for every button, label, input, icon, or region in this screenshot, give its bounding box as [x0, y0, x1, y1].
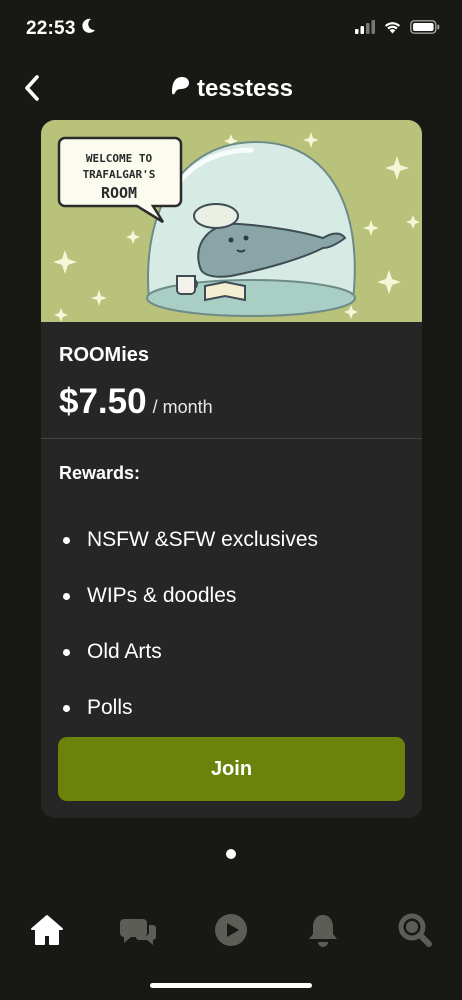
reward-text: NSFW &SFW exclusives [87, 528, 319, 551]
bullet-icon [63, 536, 70, 544]
play-icon [215, 914, 247, 946]
moon-icon [82, 18, 96, 40]
signal-icon [355, 20, 375, 39]
header: tesstess [0, 62, 462, 114]
creator-name: tesstess [196, 74, 294, 102]
banner-line-2: TRAFALGAR'S [83, 168, 156, 181]
status-icons [355, 20, 440, 39]
tab-search[interactable] [390, 905, 440, 955]
banner-line-3: ROOM [101, 184, 137, 202]
bell-icon [309, 915, 337, 947]
reward-text: Old Arts [87, 640, 162, 663]
reward-item: Old Arts [63, 624, 318, 680]
bullet-icon [63, 704, 70, 712]
page-title: tesstess [0, 74, 462, 103]
bullet-icon [63, 648, 70, 656]
banner-line-1: WELCOME TO [86, 152, 153, 165]
billing-period: / month [152, 397, 213, 417]
join-button[interactable]: Join [58, 737, 405, 801]
reward-item: WIPs & doodles [63, 568, 318, 624]
battery-icon [410, 20, 440, 39]
page-indicator-dot [226, 849, 236, 859]
tab-bar [0, 905, 462, 955]
price-row: $7.50 / month [59, 382, 213, 422]
rewards-title: Rewards: [59, 463, 141, 483]
tier-banner-image: WELCOME TO TRAFALGAR'S ROOM [41, 120, 422, 322]
clock-text: 22:53 [26, 18, 76, 39]
chat-icon [120, 919, 156, 945]
tier-card: WELCOME TO TRAFALGAR'S ROOM ROOMies $7.5… [41, 120, 422, 818]
home-indicator[interactable] [150, 983, 312, 988]
tab-play[interactable] [206, 905, 256, 955]
rewards-list: NSFW &SFW exclusives WIPs & doodles Old … [63, 512, 318, 736]
wifi-icon [383, 20, 402, 39]
tier-price: $7.50 [59, 382, 147, 421]
home-icon [31, 915, 63, 945]
search-icon [398, 913, 432, 947]
tab-messages[interactable] [114, 905, 164, 955]
tab-home[interactable] [22, 905, 72, 955]
reward-text: Polls [87, 696, 133, 719]
status-time: 22:53 [26, 18, 96, 40]
status-bar: 22:53 [0, 0, 462, 60]
tab-notifications[interactable] [298, 905, 348, 955]
reward-text: WIPs & doodles [87, 584, 237, 607]
divider [41, 438, 422, 439]
reward-item: NSFW &SFW exclusives [63, 512, 318, 568]
patreon-logo-icon [169, 74, 191, 103]
reward-item: Polls [63, 680, 318, 736]
bullet-icon [63, 592, 70, 600]
tier-name: ROOMies [59, 344, 150, 366]
